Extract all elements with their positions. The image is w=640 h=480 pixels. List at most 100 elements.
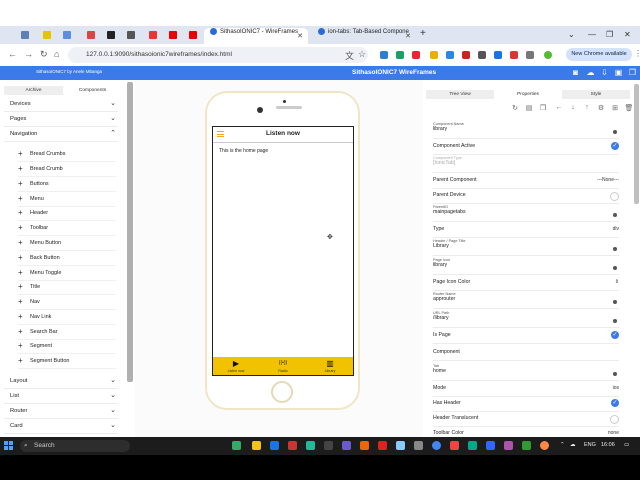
select-value[interactable]: ---None--- — [597, 177, 619, 183]
forward-arrow-icon[interactable]: → — [24, 49, 33, 59]
pinned-tab[interactable] — [106, 30, 120, 42]
section-router[interactable]: Router ⌄ — [4, 404, 118, 419]
tray-chevron-icon[interactable]: ⌃ — [560, 442, 565, 448]
checkbox-checked-icon[interactable]: ✓ — [611, 399, 619, 407]
tab-components[interactable]: Components — [63, 86, 122, 95]
right-panel-scrollbar[interactable] — [634, 84, 639, 204]
component-item[interactable]: + Title — [18, 280, 116, 295]
notification-icon[interactable]: ▭ — [624, 442, 629, 448]
pinned-tab[interactable] — [62, 30, 76, 42]
refresh-icon[interactable]: ↻ — [510, 104, 520, 112]
component-item[interactable]: + Nav — [18, 295, 116, 310]
clear-icon[interactable] — [613, 266, 617, 270]
prop-is-page[interactable]: Is Page ✓ — [433, 329, 619, 344]
component-item[interactable]: + Toolbar — [18, 221, 116, 236]
section-devices[interactable]: Devices ⌄ — [4, 97, 118, 112]
chrome-update-button[interactable]: New Chrome available — [566, 48, 632, 61]
select-value[interactable]: div — [613, 226, 619, 232]
save-icon[interactable]: ▤ — [524, 104, 534, 112]
phone-screen[interactable]: Listen now This is the home page ▶ Listen… — [212, 126, 354, 376]
prop-type[interactable]: Type div — [433, 223, 619, 238]
camera-icon[interactable]: ◙ — [571, 68, 580, 77]
phone-tab-library[interactable]: ▥ Library — [315, 359, 345, 373]
radio-icon[interactable] — [610, 415, 619, 424]
prop-page-icon[interactable]: Page Icon library — [433, 258, 619, 275]
tab-sithaso-wireframes[interactable]: SithasoIONIC7 - WireFrames ✕ — [204, 28, 308, 44]
taskbar-app-icon[interactable] — [486, 441, 495, 450]
pinned-tab[interactable] — [168, 30, 182, 42]
extension-icon[interactable] — [380, 51, 388, 59]
component-item[interactable]: + Buttons — [18, 177, 116, 192]
extension-icon[interactable] — [412, 51, 420, 59]
copy-icon[interactable]: ❐ — [538, 104, 548, 112]
arrow-down-icon[interactable]: ↓ — [568, 104, 578, 111]
bookmark-star-icon[interactable]: ☆ — [358, 49, 366, 60]
close-window-button[interactable]: ✕ — [624, 30, 631, 39]
taskbar-app-icon[interactable] — [270, 441, 279, 450]
delete-icon[interactable]: 🗑 — [624, 104, 634, 112]
taskbar-app-icon[interactable] — [522, 441, 531, 450]
prop-page-title[interactable]: Header / Page Title Library — [433, 239, 619, 256]
prop-router-name[interactable]: Router Name approuter — [433, 292, 619, 309]
close-tab-icon[interactable]: ✕ — [405, 32, 411, 40]
reload-icon[interactable]: ↻ — [40, 49, 48, 60]
home-icon[interactable]: ⌂ — [54, 49, 59, 59]
copy-icon[interactable]: ❐ — [628, 68, 637, 77]
phone-tab-listen-now[interactable]: ▶ Listen now — [221, 359, 251, 373]
taskbar-app-icon[interactable] — [378, 441, 387, 450]
checkbox-checked-icon[interactable]: ✓ — [611, 331, 619, 339]
component-item[interactable]: + Bread Crumb — [18, 162, 116, 177]
clear-icon[interactable] — [613, 319, 617, 323]
trash-icon[interactable]: ▣ — [614, 68, 623, 77]
component-item[interactable]: + Bread Crumbs — [18, 147, 116, 162]
component-item[interactable]: + Menu — [18, 192, 116, 207]
maximize-button[interactable]: ❐ — [606, 30, 613, 39]
component-item[interactable]: + Menu Toggle — [18, 266, 116, 281]
phone-tab-radio[interactable]: ((•)) Radio — [268, 359, 298, 373]
select-chevron-icon[interactable]: ⇕ — [615, 279, 619, 285]
kebab-menu-icon[interactable]: ⋮ — [634, 49, 640, 58]
pinned-tab[interactable] — [148, 30, 162, 42]
prop-parent-device[interactable]: Parent Device — [433, 189, 619, 204]
minimize-button[interactable]: — — [588, 30, 596, 39]
taskbar-app-icon[interactable] — [468, 441, 477, 450]
clear-icon[interactable] — [613, 300, 617, 304]
phone-header[interactable]: Listen now — [213, 127, 353, 143]
extensions-puzzle-icon[interactable] — [526, 51, 534, 59]
tab-archive[interactable]: Archive — [4, 88, 63, 93]
extension-icon[interactable] — [396, 51, 404, 59]
section-layout[interactable]: Layout ⌄ — [4, 374, 118, 389]
profile-avatar-icon[interactable] — [544, 51, 552, 59]
prop-mode[interactable]: Mode ios — [433, 382, 619, 397]
cloud-upload-icon[interactable]: ☁ — [586, 68, 595, 77]
prop-component-active[interactable]: Component Active ✓ — [433, 140, 619, 155]
tab-search-icon[interactable]: ⌄ — [568, 30, 575, 39]
pinned-tab[interactable] — [20, 30, 34, 42]
radio-icon[interactable] — [610, 192, 619, 201]
taskbar-app-icon[interactable] — [540, 441, 549, 450]
component-item[interactable]: + Nav Link — [18, 310, 116, 325]
select-value[interactable]: none — [608, 430, 619, 436]
prop-parent-id[interactable]: ParentID mainpagetabs — [433, 205, 619, 222]
taskbar-app-icon[interactable] — [232, 441, 241, 450]
taskbar-app-icon[interactable] — [324, 441, 333, 450]
file-explorer-icon[interactable] — [252, 441, 261, 450]
component-item[interactable]: + Segment Button — [18, 354, 116, 369]
new-tab-button[interactable]: + — [420, 28, 426, 39]
taskbar-app-icon[interactable] — [288, 441, 297, 450]
tab-properties[interactable]: Properties — [494, 90, 562, 99]
prop-component-name[interactable]: Component Name library — [433, 122, 619, 139]
section-pages[interactable]: Pages ⌄ — [4, 112, 118, 127]
select-value[interactable]: ios — [613, 385, 619, 391]
taskbar-search[interactable]: ⌕ Search — [20, 440, 130, 452]
taskbar-app-icon[interactable] — [414, 441, 423, 450]
component-item[interactable]: + Back Button — [18, 251, 116, 266]
component-item[interactable]: + Header — [18, 206, 116, 221]
arrow-up-icon[interactable]: ↑ — [582, 104, 592, 111]
prop-url-path[interactable]: URL Path/library — [433, 311, 619, 328]
tab-ion-tabs[interactable]: ion-tabs: Tab-Based Compone ✕ — [312, 28, 416, 44]
taskbar-app-icon[interactable] — [396, 441, 405, 450]
tab-tree-view[interactable]: Tree View — [426, 92, 494, 97]
tray-icon[interactable]: ☁ — [570, 442, 576, 448]
windows-start-icon[interactable] — [4, 441, 14, 451]
